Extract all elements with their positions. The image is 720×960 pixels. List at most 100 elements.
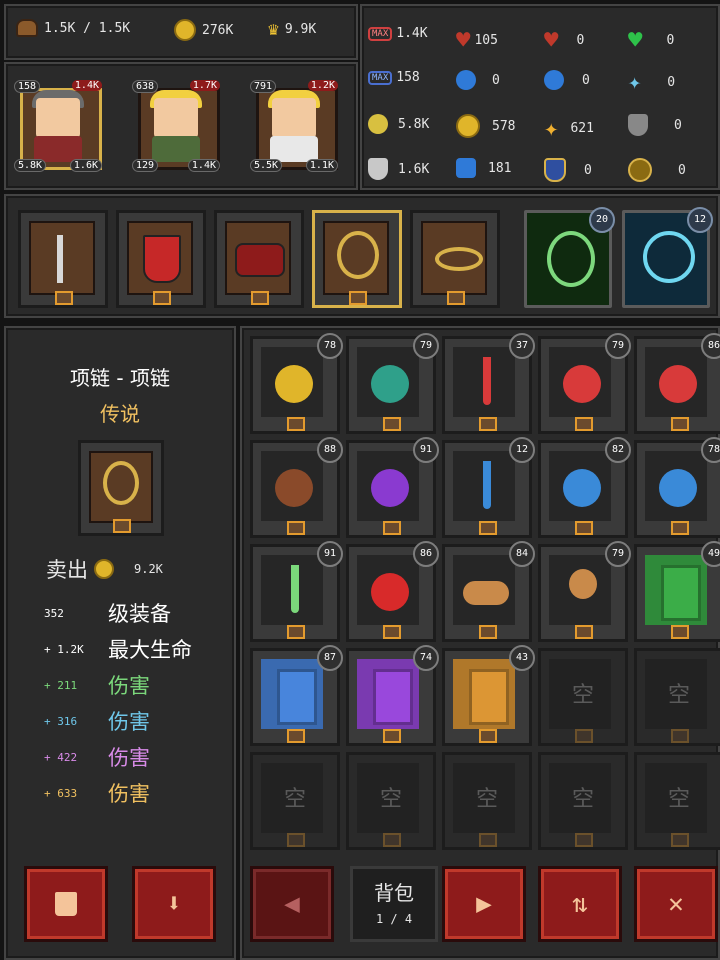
lock-icon (479, 625, 497, 639)
inventory-slot[interactable]: 74 (346, 645, 439, 746)
lock-icon (383, 625, 401, 639)
blue-star-icon: ✦ (628, 70, 642, 95)
lock-icon (153, 291, 171, 305)
inventory-slot[interactable]: 37 (442, 333, 535, 434)
inventory-slot[interactable]: 79 (346, 333, 439, 434)
inventory-slot[interactable]: 87 (250, 645, 343, 746)
lock-icon (479, 729, 497, 743)
crown-icon: ♛ (268, 19, 279, 40)
skill-slot-2[interactable]: 12 (622, 207, 713, 308)
sort-icon: ⇅ (572, 889, 588, 919)
hero-card-2[interactable]: 638 1.7K 129 1.4K (132, 80, 220, 172)
equip-slot-armor[interactable] (214, 210, 304, 308)
lock-icon (349, 291, 367, 305)
stat-crit: ✦ 621 (544, 114, 594, 142)
armor-shield-icon (368, 158, 388, 180)
unequip-button[interactable]: ⬇ (132, 866, 216, 942)
lock-icon (287, 729, 305, 743)
stat-line: + 422 伤害 (44, 742, 150, 772)
lock-icon (671, 833, 689, 847)
lock-icon (383, 729, 401, 743)
gem-green-icon (661, 565, 701, 621)
inventory-slot[interactable]: 49 (634, 541, 720, 642)
hero-card-3[interactable]: 791 1.2K 5.5K 1.1K (250, 80, 338, 172)
skill-slot-1[interactable]: 20 (524, 207, 615, 308)
cross-shield-icon (143, 235, 181, 283)
inventory-slot[interactable]: 78 (250, 333, 343, 434)
inventory-slot-empty[interactable]: 空 (538, 752, 628, 850)
arrow-down-icon: ⬇ (166, 889, 182, 919)
item-count-badge: 91 (413, 437, 439, 463)
potion-blue-icon (563, 469, 601, 507)
inventory-slot-empty[interactable]: 空 (538, 648, 628, 746)
hero-hp-badge: 1.4K (71, 80, 102, 91)
cloak-icon (235, 243, 285, 277)
item-name: 项链 - 项链 (70, 366, 170, 390)
inventory-slot-empty[interactable]: 空 (346, 752, 436, 850)
equip-slot-weapon[interactable] (18, 210, 108, 308)
lock-icon (671, 625, 689, 639)
inventory-slot[interactable]: 79 (538, 333, 631, 434)
inventory-slot-empty[interactable]: 空 (634, 648, 720, 746)
capacity-resource: 1.5K / 1.5K (16, 19, 130, 37)
flask-blue-icon (659, 469, 697, 507)
inventory-slot[interactable]: 78 (634, 437, 720, 538)
inventory-slot[interactable]: 82 (538, 437, 631, 538)
inventory-slot[interactable]: 86 (634, 333, 720, 434)
stat-gold-find: 578 (456, 114, 515, 138)
gem-orange-icon (469, 669, 509, 725)
lock-icon (113, 519, 131, 533)
next-page-button[interactable]: ▶ (442, 866, 526, 942)
stat-line-value: + 1.2K (44, 642, 84, 656)
inventory-slot[interactable]: 91 (250, 541, 343, 642)
sell-value: 9.2K (134, 562, 163, 576)
gold-resource: 276K (174, 19, 233, 41)
equip-slot-shield[interactable] (116, 210, 206, 308)
empty-slot-label: 空 (667, 683, 690, 708)
sort-button[interactable]: ⇅ (538, 866, 622, 942)
stat-hp-regen: ♥ 105 (456, 26, 498, 54)
close-button[interactable]: ✕ (634, 866, 718, 942)
empty-slot-label: 空 (571, 683, 594, 708)
arrow-right-icon: ▶ (476, 889, 492, 919)
green-heart-icon: ♥ (628, 26, 643, 54)
inventory-slot[interactable]: 43 (442, 645, 535, 746)
inventory-slot[interactable]: 84 (442, 541, 535, 642)
hero-party: 158 1.4K 5.8K 1.6K 638 1.7K 129 1.4K 791… (4, 62, 358, 190)
lock-icon (55, 291, 73, 305)
lock-icon (575, 833, 593, 847)
lock-icon (575, 729, 593, 743)
item-count-badge: 49 (701, 541, 720, 567)
inventory-slot[interactable]: 88 (250, 437, 343, 538)
stat-line-value: 352 (44, 606, 64, 620)
prev-page-button[interactable]: ◀ (250, 866, 334, 942)
inventory-slot-empty[interactable]: 空 (634, 752, 720, 850)
inventory-slot[interactable]: 91 (346, 437, 439, 538)
item-count-badge: 43 (509, 645, 535, 671)
bag-page-indicator: 背包 1 / 4 (350, 866, 438, 942)
hero-stat-right: 1.4K (187, 159, 220, 172)
apple-icon (371, 573, 409, 611)
inventory-slot-empty[interactable]: 空 (442, 752, 532, 850)
item-count-badge: 74 (413, 645, 439, 671)
equip-slot-necklace[interactable] (312, 210, 402, 308)
lock-icon (671, 729, 689, 743)
stat-hp-green: ♥ 0 (628, 26, 674, 54)
potion-red-icon (563, 365, 601, 403)
inventory-slot[interactable]: 79 (538, 541, 631, 642)
inventory-slot[interactable]: 86 (346, 541, 439, 642)
inventory-slot-empty[interactable]: 空 (250, 752, 340, 850)
stat-value: 0 (576, 32, 585, 48)
inventory-slot[interactable]: 12 (442, 437, 535, 538)
equip-slot-ring[interactable] (410, 210, 500, 308)
discard-button[interactable] (24, 866, 108, 942)
stat-line: + 633 伤害 (44, 778, 150, 808)
hero-stat-right: 1.6K (69, 159, 102, 172)
gold-star-icon: ✦ (544, 114, 559, 142)
lock-icon (479, 417, 497, 431)
stat-defense: 1.6K (368, 158, 429, 180)
item-preview (78, 440, 164, 536)
hero-card-1[interactable]: 158 1.4K 5.8K 1.6K (14, 80, 102, 172)
heart-s-icon: ♥ (544, 26, 559, 54)
skill-level-badge: 12 (687, 207, 713, 233)
